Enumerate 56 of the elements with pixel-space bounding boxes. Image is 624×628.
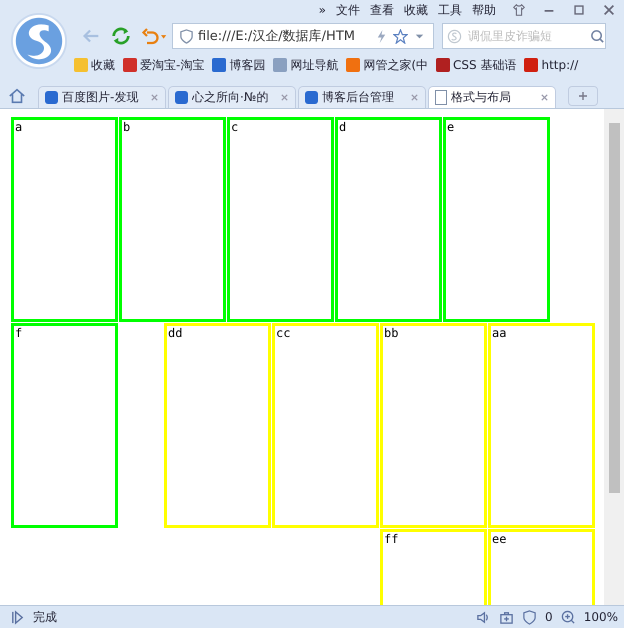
close-tab-icon[interactable] — [150, 93, 159, 102]
bookmark-link[interactable]: CSS 基础语 — [436, 56, 516, 74]
bookmark-link[interactable]: http:// — [524, 58, 578, 72]
menu-item[interactable]: 帮助 — [472, 2, 496, 18]
maximize-icon[interactable] — [572, 3, 586, 17]
sidebar-toggle-icon[interactable] — [10, 610, 25, 624]
plus-icon — [578, 91, 588, 101]
browser-logo-icon — [10, 12, 68, 70]
toolbox-icon[interactable] — [499, 610, 514, 624]
bookmark-link[interactable]: 收藏 — [74, 56, 115, 74]
menu-item[interactable]: » — [318, 3, 326, 17]
search-field[interactable]: 调侃里皮诈骗短 — [442, 23, 606, 49]
layout-box: cc — [272, 323, 379, 528]
layout-box: c — [227, 117, 334, 322]
zoom-level[interactable]: 100% — [584, 610, 618, 624]
layout-box: f — [11, 323, 118, 528]
browser-tab[interactable]: 博客后台管理 — [298, 86, 426, 108]
menu-item[interactable]: 工具 — [438, 2, 462, 18]
layout-box: dd — [164, 323, 271, 528]
refresh-icon[interactable] — [110, 25, 132, 47]
layout-box: e — [443, 117, 550, 322]
address-text: file:///E:/汉企/数据库/HTM — [198, 28, 356, 45]
menu-item[interactable]: 收藏 — [404, 2, 428, 18]
close-icon[interactable] — [602, 3, 616, 17]
layout-box: a — [11, 117, 118, 322]
close-tab-icon[interactable] — [410, 93, 419, 102]
shirt-icon[interactable] — [512, 3, 526, 17]
bookmark-link[interactable]: 爱淘宝-淘宝 — [123, 56, 204, 74]
search-engine-icon — [447, 28, 462, 44]
ad-count: 0 — [545, 610, 553, 624]
bookmark-link[interactable]: 网址导航 — [273, 56, 338, 74]
layout-box: b — [119, 117, 226, 322]
ad-shield-icon[interactable] — [522, 610, 538, 624]
shield-icon — [179, 28, 194, 44]
scrollbar-thumb[interactable] — [608, 123, 620, 493]
zoom-in-icon[interactable] — [560, 610, 576, 624]
close-tab-icon[interactable] — [280, 93, 289, 102]
menu-item[interactable]: 查看 — [370, 2, 394, 18]
layout-box: bb — [380, 323, 487, 528]
close-tab-icon[interactable] — [540, 93, 549, 102]
layout-box: aa — [488, 323, 595, 528]
search-icon[interactable] — [590, 28, 605, 44]
undo-dropdown-icon[interactable] — [140, 25, 168, 47]
star-icon[interactable] — [393, 28, 408, 44]
status-text: 完成 — [33, 608, 57, 626]
browser-tab[interactable]: 格式与布局 — [428, 86, 556, 108]
browser-tab[interactable]: 心之所向·№的 — [168, 86, 296, 108]
menu-item[interactable]: 文件 — [336, 2, 360, 18]
new-tab-button[interactable] — [568, 86, 598, 106]
bookmark-link[interactable]: 网管之家(中 — [346, 56, 428, 74]
address-bar[interactable]: file:///E:/汉企/数据库/HTM — [172, 23, 434, 49]
search-input[interactable]: 调侃里皮诈骗短 — [466, 28, 586, 44]
layout-box: d — [335, 117, 442, 322]
browser-tab[interactable]: 百度图片-发现 — [38, 86, 166, 108]
bookmark-link[interactable]: 博客园 — [212, 56, 266, 74]
home-icon[interactable] — [8, 87, 26, 105]
